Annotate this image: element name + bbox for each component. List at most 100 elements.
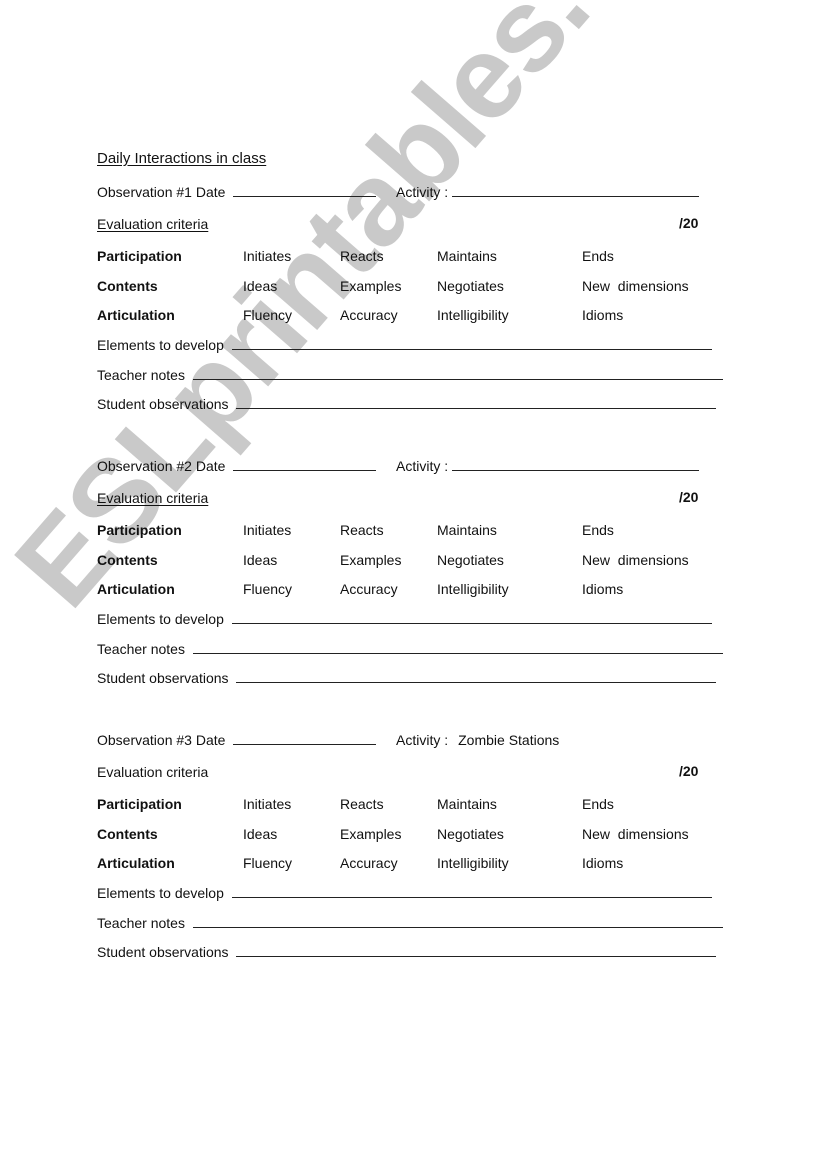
notes-field-input[interactable] xyxy=(192,640,723,654)
notes-field-input[interactable] xyxy=(236,395,717,409)
activity-value[interactable]: Zombie Stations xyxy=(458,732,559,748)
notes-field-input[interactable] xyxy=(231,884,712,898)
criteria-row: Participation Initiates Reacts Maintains End… xyxy=(97,247,727,265)
observation-header: Observation #1 Date xyxy=(97,183,377,201)
notes-field-row: Student observations xyxy=(97,395,727,413)
criteria-item[interactable]: Intelligibility xyxy=(437,306,509,324)
criteria-item[interactable]: New dimensions xyxy=(582,551,689,569)
activity: Activity : xyxy=(396,183,700,201)
score-total: /20 xyxy=(679,489,699,505)
date-field[interactable] xyxy=(233,183,377,197)
criteria-item[interactable]: Reacts xyxy=(340,521,384,539)
criteria-item[interactable]: Ideas xyxy=(243,277,277,295)
notes-field-row: Teacher notes xyxy=(97,640,727,658)
criteria-item[interactable]: Negotiates xyxy=(437,277,504,295)
criteria-item[interactable]: Negotiates xyxy=(437,825,504,843)
score-total: /20 xyxy=(679,763,699,779)
criteria-row: Articulation Fluency Accuracy Intelligibili… xyxy=(97,306,727,324)
criteria-row: Contents Ideas Examples Negotiates New dimen… xyxy=(97,277,727,295)
notes-field-input[interactable] xyxy=(192,914,723,928)
activity-field[interactable] xyxy=(452,183,700,197)
notes-field-row: Teacher notes xyxy=(97,366,727,384)
criteria-row: Contents Ideas Examples Negotiates New dimen… xyxy=(97,825,727,843)
criteria-item[interactable]: Initiates xyxy=(243,247,291,265)
criteria-item[interactable]: Ends xyxy=(582,795,614,813)
evaluation-criteria-label: Evaluation criteria xyxy=(97,216,209,232)
date-field[interactable] xyxy=(233,457,377,471)
observation-header: Observation #2 Date xyxy=(97,457,377,475)
criteria-item[interactable]: Examples xyxy=(340,277,401,295)
criteria-item[interactable]: Fluency xyxy=(243,580,292,598)
score-total: /20 xyxy=(679,215,699,231)
criteria-item[interactable]: Ends xyxy=(582,247,614,265)
date-field[interactable] xyxy=(233,731,377,745)
criteria-item[interactable]: Examples xyxy=(340,551,401,569)
criteria-item[interactable]: Idioms xyxy=(582,854,623,872)
observation-date-label: Observation #3 Date xyxy=(97,732,226,748)
worksheet-title: Daily Interactions in class xyxy=(97,150,267,167)
criteria-category: Contents xyxy=(97,278,158,294)
criteria-item[interactable]: Negotiates xyxy=(437,551,504,569)
notes-field-label: Elements to develop xyxy=(97,885,224,901)
notes-field-input[interactable] xyxy=(231,610,712,624)
notes-field-row: Elements to develop xyxy=(97,610,727,628)
criteria-row: Participation Initiates Reacts Maintains End… xyxy=(97,795,727,813)
criteria-item[interactable]: Intelligibility xyxy=(437,854,509,872)
criteria-item[interactable]: Ends xyxy=(582,521,614,539)
notes-field-row: Student observations xyxy=(97,669,727,687)
criteria-item[interactable]: Initiates xyxy=(243,795,291,813)
notes-field-input[interactable] xyxy=(192,366,723,380)
criteria-item[interactable]: Accuracy xyxy=(340,306,398,324)
notes-field-input[interactable] xyxy=(236,943,717,957)
criteria-category: Participation xyxy=(97,522,182,538)
criteria-row: Articulation Fluency Accuracy Intelligibili… xyxy=(97,854,727,872)
notes-field-input[interactable] xyxy=(236,669,717,683)
notes-field-row: Teacher notes xyxy=(97,914,727,932)
criteria-item[interactable]: Fluency xyxy=(243,306,292,324)
criteria-item[interactable]: Maintains xyxy=(437,247,497,265)
criteria-item[interactable]: Initiates xyxy=(243,521,291,539)
evaluation-criteria-label: Evaluation criteria xyxy=(97,490,209,506)
observation-date-label: Observation #1 Date xyxy=(97,184,226,200)
activity: Activity : Zombie Stations xyxy=(396,731,559,749)
criteria-item[interactable]: Idioms xyxy=(582,580,623,598)
criteria-item[interactable]: Ideas xyxy=(243,551,277,569)
notes-field-input[interactable] xyxy=(231,336,712,350)
observation-date-label: Observation #2 Date xyxy=(97,458,226,474)
notes-field-row: Elements to develop xyxy=(97,884,727,902)
criteria-item[interactable]: Idioms xyxy=(582,306,623,324)
criteria-item[interactable]: Examples xyxy=(340,825,401,843)
evaluation-criteria-label: Evaluation criteria xyxy=(97,764,209,780)
activity-label: Activity : xyxy=(396,732,449,748)
criteria-item[interactable]: Maintains xyxy=(437,795,497,813)
criteria-row: Participation Initiates Reacts Maintains End… xyxy=(97,521,727,539)
criteria-category: Articulation xyxy=(97,307,175,323)
notes-field-label: Elements to develop xyxy=(97,337,224,353)
criteria-category: Participation xyxy=(97,796,182,812)
notes-field-label: Teacher notes xyxy=(97,914,185,931)
criteria-item[interactable]: New dimensions xyxy=(582,277,689,295)
notes-field-label: Teacher notes xyxy=(97,640,185,657)
notes-field-row: Student observations xyxy=(97,943,727,961)
criteria-item[interactable]: Intelligibility xyxy=(437,580,509,598)
criteria-item[interactable]: Accuracy xyxy=(340,580,398,598)
criteria-item[interactable]: Maintains xyxy=(437,521,497,539)
activity-label: Activity : xyxy=(396,184,449,200)
observation-header: Observation #3 Date xyxy=(97,731,377,749)
criteria-category: Contents xyxy=(97,826,158,842)
notes-field-label: Teacher notes xyxy=(97,366,185,383)
activity: Activity : xyxy=(396,457,700,475)
criteria-category: Participation xyxy=(97,248,182,264)
criteria-item[interactable]: Reacts xyxy=(340,247,384,265)
criteria-row: Articulation Fluency Accuracy Intelligibili… xyxy=(97,580,727,598)
criteria-item[interactable]: Fluency xyxy=(243,854,292,872)
criteria-item[interactable]: Ideas xyxy=(243,825,277,843)
activity-label: Activity : xyxy=(396,458,449,474)
activity-field[interactable] xyxy=(452,457,700,471)
criteria-item[interactable]: Reacts xyxy=(340,795,384,813)
criteria-row: Contents Ideas Examples Negotiates New dimen… xyxy=(97,551,727,569)
notes-field-label: Elements to develop xyxy=(97,611,224,627)
notes-field-label: Student observations xyxy=(97,670,229,686)
criteria-item[interactable]: Accuracy xyxy=(340,854,398,872)
criteria-item[interactable]: New dimensions xyxy=(582,825,689,843)
